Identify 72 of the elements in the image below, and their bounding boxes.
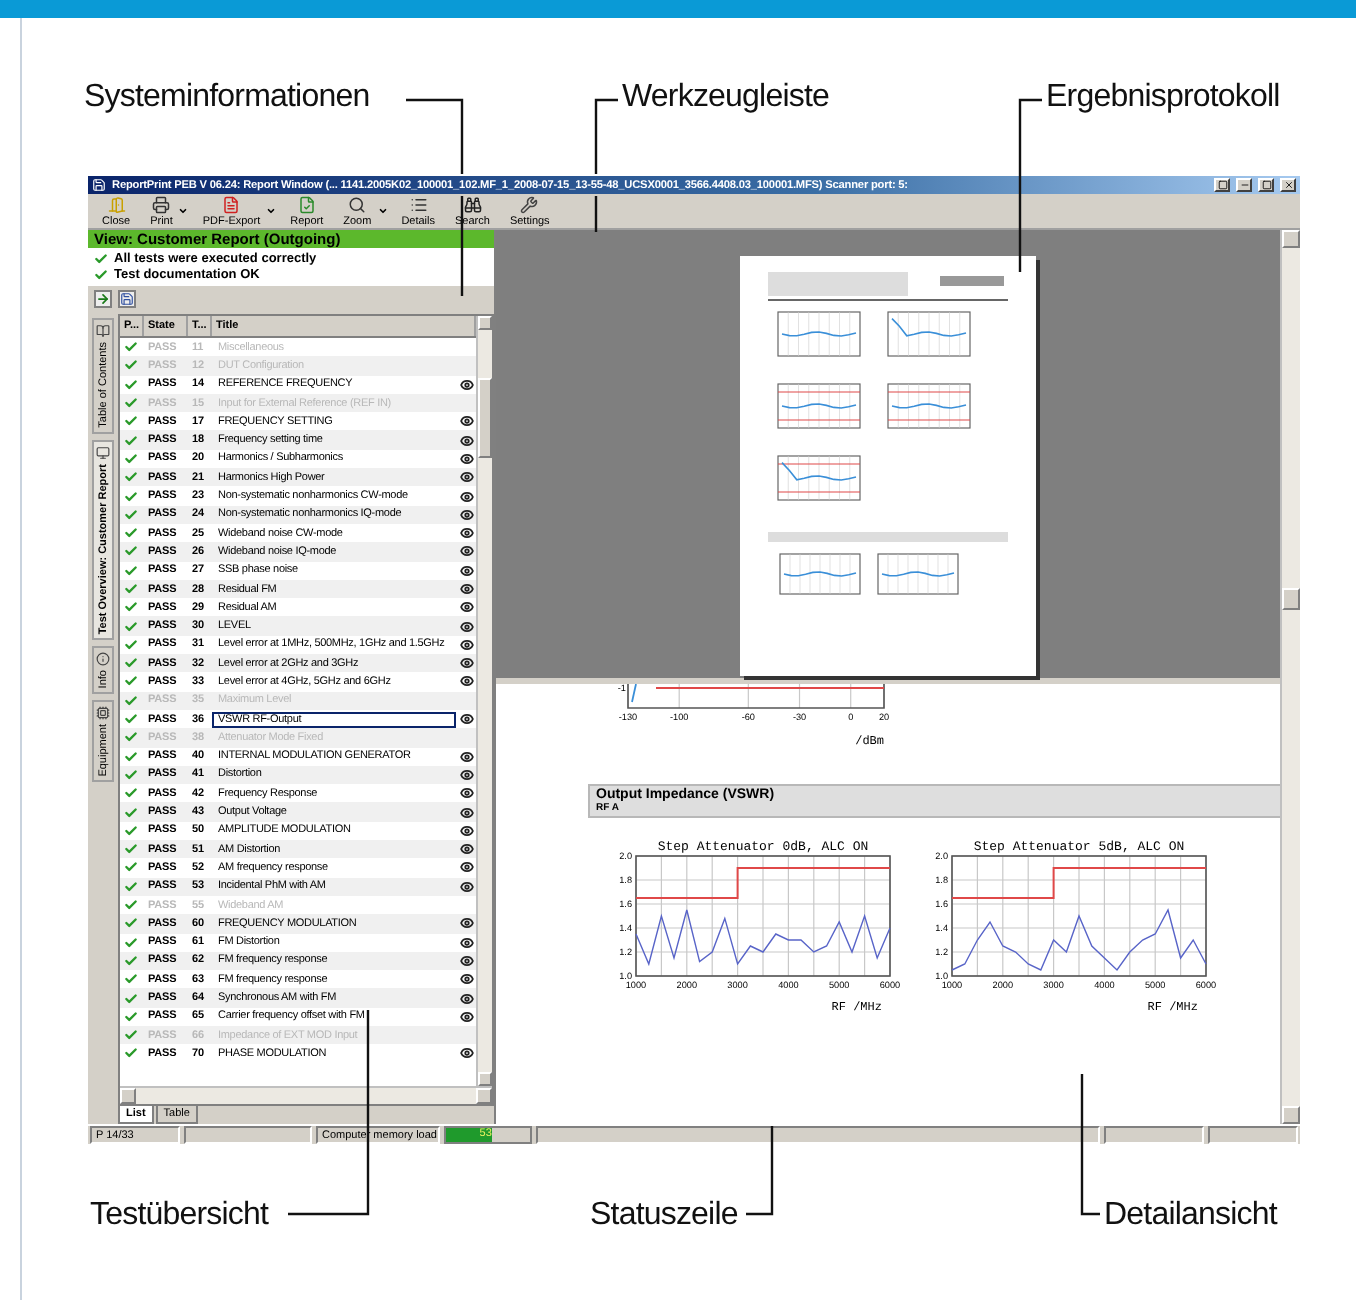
callout-label: Werkzeugleiste xyxy=(622,80,829,116)
callout-label: Ergebnisprotokoll xyxy=(1046,80,1280,116)
app-icon xyxy=(92,178,106,192)
binoculars-icon xyxy=(463,195,482,213)
eye-icon xyxy=(459,582,473,596)
leader-line xyxy=(1080,1074,1100,1216)
printer-icon xyxy=(152,195,171,213)
eye-icon xyxy=(459,1009,473,1024)
close-button[interactable] xyxy=(1280,178,1296,192)
eye-icon xyxy=(459,489,473,504)
eye-icon xyxy=(459,712,473,727)
wrench-icon xyxy=(520,195,539,213)
eye-icon xyxy=(459,972,473,987)
go-to-button[interactable] xyxy=(94,289,112,307)
minimize-button[interactable] xyxy=(1236,178,1252,192)
eye-icon xyxy=(459,433,473,448)
document-check-icon xyxy=(297,195,316,213)
eye-icon xyxy=(459,953,473,968)
eye-icon xyxy=(459,507,473,522)
eye-icon xyxy=(459,916,473,931)
eye-icon xyxy=(459,991,473,1006)
restore-button[interactable] xyxy=(1214,178,1230,192)
chip-icon xyxy=(96,706,110,721)
monitor-icon xyxy=(96,445,110,460)
eye-icon xyxy=(459,935,473,950)
eye-icon xyxy=(459,544,473,559)
eye-icon xyxy=(459,619,473,634)
eye-icon xyxy=(459,674,473,689)
save-button[interactable] xyxy=(118,289,136,307)
eye-icon xyxy=(459,786,473,801)
magnifier-icon xyxy=(348,195,367,213)
status-field xyxy=(1208,1126,1298,1144)
book-icon xyxy=(96,324,110,338)
eye-icon xyxy=(459,823,473,838)
eye-icon xyxy=(459,656,473,671)
eye-icon xyxy=(459,451,473,466)
info-icon xyxy=(96,651,110,666)
eye-icon xyxy=(459,414,473,429)
eye-icon xyxy=(459,767,473,782)
eye-icon xyxy=(459,805,473,820)
leader-line xyxy=(746,1126,774,1216)
maximize-icon xyxy=(1261,180,1271,190)
status-field xyxy=(1104,1126,1204,1144)
eye-icon xyxy=(459,600,473,615)
eye-icon xyxy=(459,749,473,764)
callout-label: Systeminformationen xyxy=(84,80,370,116)
maximize-button[interactable] xyxy=(1258,178,1274,192)
eye-icon xyxy=(459,526,473,541)
caret-icon[interactable] xyxy=(178,206,189,216)
eye-icon xyxy=(459,377,473,392)
eye-icon xyxy=(459,842,473,857)
scrollbar[interactable] xyxy=(476,316,492,1086)
eye-icon xyxy=(459,637,473,652)
eye-icon xyxy=(459,879,473,894)
minimize-icon xyxy=(1239,180,1249,190)
scrollbar[interactable] xyxy=(120,1086,492,1104)
scrollbar[interactable] xyxy=(1280,230,1300,1124)
caret-icon[interactable] xyxy=(266,206,277,216)
document-icon xyxy=(222,195,241,213)
eye-icon xyxy=(459,860,473,875)
status-field xyxy=(184,1126,312,1144)
arrow-icon xyxy=(96,291,110,305)
eye-icon xyxy=(459,563,473,578)
square-icon xyxy=(1217,180,1227,190)
eye-icon xyxy=(459,1046,473,1061)
list-icon xyxy=(409,195,428,213)
caret-icon[interactable] xyxy=(377,206,388,216)
eye-icon xyxy=(459,470,473,485)
callout-label: Detailansicht xyxy=(1104,1198,1277,1234)
callout-label: Testübersicht xyxy=(90,1198,269,1234)
door-icon xyxy=(107,195,126,213)
callout-label: Statuszeile xyxy=(590,1198,738,1234)
